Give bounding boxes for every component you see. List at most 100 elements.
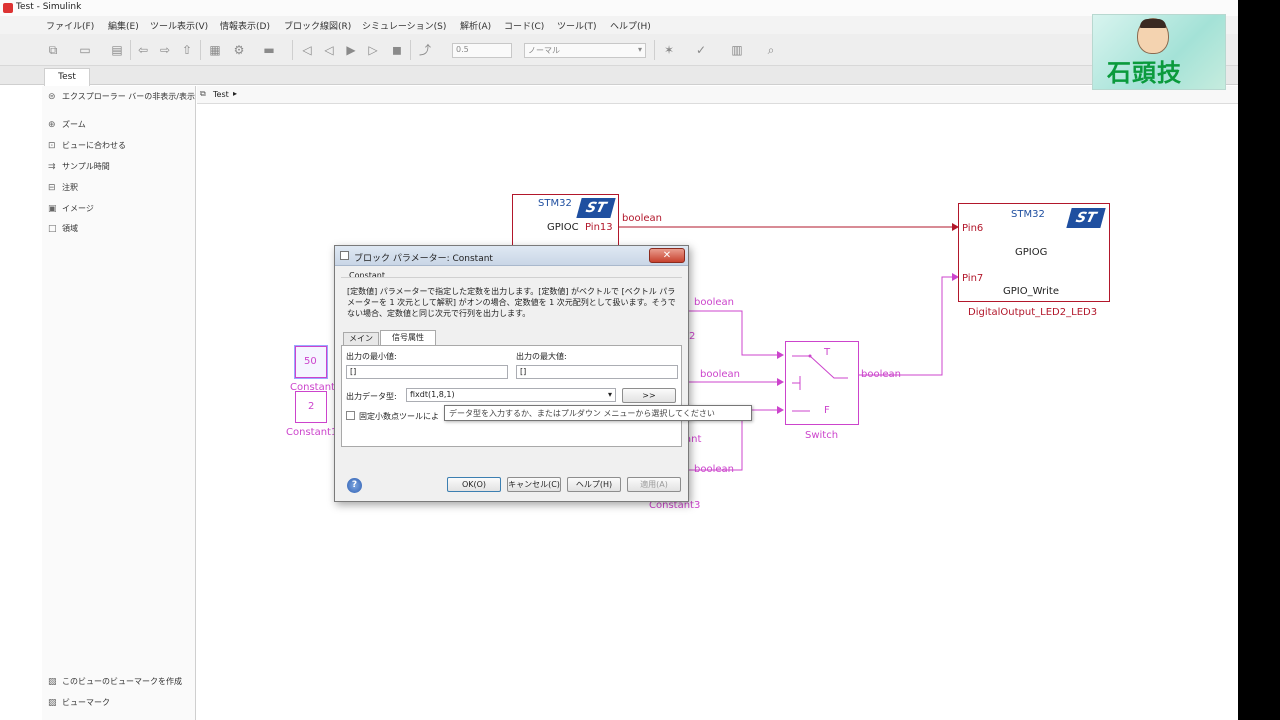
toolbar-separator [410,40,411,60]
menu-help[interactable]: ヘルプ(H) [610,19,651,32]
logo-text: 石頭技 [1107,58,1182,87]
save-icon[interactable]: ▤ [110,43,124,57]
settings-gear-icon[interactable]: ⚙ [232,43,246,57]
dialog-close-button[interactable]: ✕ [649,248,685,263]
zoom-icon: ⊕ [48,120,56,130]
sidebar-item-area[interactable]: □ 領域 [48,223,78,234]
menu-display[interactable]: 情報表示(D) [220,19,270,32]
fixed-point-checkbox[interactable] [346,411,355,420]
stop-icon[interactable]: ◼ [390,43,404,57]
switch-block[interactable]: T F [785,341,859,425]
output-datatype-label: 出力データ型: [346,392,397,401]
menu-analysis[interactable]: 解析(A) [460,19,491,32]
sidebar-item-create-viewmark[interactable]: ▧ このビューのビューマークを作成 [48,676,182,687]
menu-file[interactable]: ファイル(F) [46,19,94,32]
channel-logo: 石頭技 [1092,14,1226,90]
sidebar-item-label: イメージ [62,204,94,213]
run-icon[interactable]: ▶ [344,43,358,57]
gpioc-brand-label: STM32 [538,198,572,209]
model-explorer-icon[interactable]: ▦ [208,43,222,57]
viewmark-add-icon: ▧ [48,677,57,687]
breadcrumb-model[interactable]: Test [213,90,229,99]
check-icon[interactable]: ✓ [694,43,708,57]
stop-time-input[interactable]: 0.5 [452,43,512,58]
sidebar-item-label: ビューに合わせる [62,141,126,150]
toolbar-separator [130,40,131,60]
dialog-title-bar: ブロック パラメーター: Constant ✕ [335,246,688,266]
signal-line-switch-to-pin7[interactable] [859,276,952,376]
ok-button[interactable]: OK(O) [447,477,501,492]
datatype-tooltip: データ型を入力するか、またはプルダウン メニューから選択してください [444,405,752,421]
explorer-toggle-label: エクスプローラー バーの非表示/表示 [62,92,195,101]
up-icon[interactable]: ⇧ [180,43,194,57]
library-browser-icon[interactable]: ⧉ [46,43,60,57]
max-value-label: 出力の最大値: [516,352,567,361]
group-divider [341,277,682,278]
toggle-icon: ⊜ [48,92,56,102]
datatype-assistant-button[interactable]: >> [622,388,676,403]
constant-block-selected[interactable]: 50 [294,345,328,379]
toolbar: ⧉ ▭ ▤ ⇦ ⇨ ⇧ ▦ ⚙ ▬ ◁ ◁ ▶ ▷ ◼ ⤴ 0.5 ノーマル ▾ … [0,34,1240,66]
block-type-label: Constant [349,271,385,280]
model-icon: ⧉ [200,89,206,98]
dialog-app-icon [340,251,349,260]
output-datatype-select[interactable]: fixdt(1,8,1) ▾ [406,388,616,402]
menu-tools[interactable]: ツール(T) [557,19,597,32]
gpiog-write-block[interactable]: STM32 ST Pin6 GPIOG Pin7 GPIO_Write [958,203,1110,302]
block-parameters-dialog: ブロック パラメーター: Constant ✕ Constant [定数値] パ… [334,245,689,502]
sample-time-icon: ⇉ [48,162,56,172]
max-value-input[interactable]: [] [516,365,678,379]
explorer-bar-toggle[interactable]: ⊜ エクスプローラー バーの非表示/表示 [48,91,195,102]
dialog-title: ブロック パラメーター: Constant [354,254,493,264]
sidebar-item-viewmarks[interactable]: ▨ ビューマーク [48,697,110,708]
constant-value: 50 [304,356,317,367]
step-forward-icon[interactable]: ▷ [366,43,380,57]
menu-edit[interactable]: 編集(E) [108,19,139,32]
help-button[interactable]: ヘルプ(H) [567,477,621,492]
tab-test[interactable]: Test [44,68,90,86]
back-icon[interactable]: ⇦ [136,43,150,57]
grid-icon[interactable]: ▥ [730,43,744,57]
sidebar-item-sample-time[interactable]: ⇉ サンプル時間 [48,161,110,172]
sidebar-item-zoom[interactable]: ⊕ ズーム [48,119,86,130]
step-back-run-icon[interactable]: ◁ [322,43,336,57]
menu-diagram[interactable]: ブロック線図(R) [284,19,351,32]
constant1-block-name: Constant1 [286,427,338,438]
signal-label: boolean [861,369,901,380]
build-icon[interactable]: ✶ [662,43,676,57]
simulation-mode-value: ノーマル [528,46,560,55]
search-icon[interactable]: ⌕ [764,43,778,57]
data-inspector-icon[interactable]: ⤴ [418,43,432,57]
gpioc-read-block[interactable]: STM32 ST GPIOC Pin13 [512,194,619,246]
signal-line-to-switch-t[interactable] [687,310,782,356]
cancel-button[interactable]: キャンセル(C) [507,477,561,492]
dialog-description: [定数値] パラメーターで指定した定数を出力します。[定数値] がベクトルで [… [347,287,676,318]
signal-label: boolean [700,369,740,380]
sidebar-item-fit-view[interactable]: ⊡ ビューに合わせる [48,140,126,151]
open-folder-icon[interactable]: ▭ [78,43,92,57]
menu-simulation[interactable]: シミュレーション(S) [362,19,446,32]
menu-code[interactable]: コード(C) [504,19,544,32]
model-tabs: Test [0,66,1240,86]
help-question-icon[interactable]: ? [347,478,362,493]
output-datatype-value: fixdt(1,8,1) [410,390,455,399]
sidebar-item-label: 領域 [62,224,78,233]
step-back-icon[interactable]: ◁ [300,43,314,57]
min-value-label: 出力の最小値: [346,352,397,361]
forward-icon[interactable]: ⇨ [158,43,172,57]
model-browser-icon[interactable]: ▬ [262,43,276,57]
constant1-block[interactable]: 2 [295,391,327,423]
sidebar: ⊜ エクスプローラー バーの非表示/表示 ⊕ ズーム ⊡ ビューに合わせる ⇉ サンプル… [42,86,196,720]
menu-view[interactable]: ツール表示(V) [150,19,208,32]
toolbar-separator [200,40,201,60]
tab-main[interactable]: メイン [343,332,379,345]
gpiog-block-name: DigitalOutput_LED2_LED3 [968,307,1098,318]
apply-button[interactable]: 適用(A) [627,477,681,492]
simulation-mode-select[interactable]: ノーマル ▾ [524,43,646,58]
tab-signal-attributes[interactable]: 信号属性 [380,330,436,346]
arrowhead [777,406,784,414]
min-value-input[interactable]: [] [346,365,508,379]
sidebar-item-image[interactable]: ▣ イメージ [48,203,94,214]
sidebar-item-annotation[interactable]: ⊟ 注釈 [48,182,78,193]
annotation-icon: ⊟ [48,183,56,193]
